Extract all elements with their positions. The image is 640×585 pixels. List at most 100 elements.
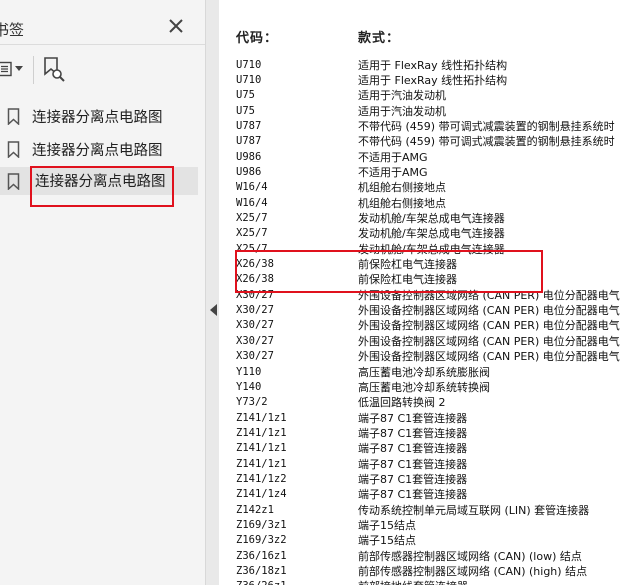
- row-description: 前部传感器控制器区域网络 (CAN) (high) 结点: [358, 565, 588, 579]
- table-row: Z36/16z1 前部传感器控制器区域网络 (CAN) (low) 结点: [219, 549, 640, 565]
- document-page: 代码： 款式： U710 适用于 FlexRay 线性拓扑结构 U710 适用于 Fl…: [219, 0, 640, 585]
- selected-bookmark-highlight-box: [30, 166, 174, 207]
- row-description: 外围设备控制器区域网络 (CAN PER) 电位分配器电气: [358, 304, 620, 318]
- row-code: W16/4: [236, 181, 268, 194]
- table-row: U710 适用于 FlexRay 线性拓扑结构: [219, 73, 640, 89]
- row-code: U710: [236, 73, 262, 86]
- row-description: 外围设备控制器区域网络 (CAN PER) 电位分配器电气: [358, 334, 620, 348]
- row-description: 不带代码 (459) 带可调式减震装置的钢制悬挂系统时: [358, 119, 615, 133]
- row-description: 端子87 C1套管连接器: [358, 488, 468, 502]
- row-description: 适用于汽油发动机: [358, 104, 446, 118]
- table-row: Y140 高压蓄电池冷却系统转换阀: [219, 380, 640, 396]
- row-code: U787: [236, 135, 262, 148]
- row-description: 机组舱右侧接地点: [358, 181, 446, 195]
- bookmark-label: 连接器分离点电路图: [32, 143, 163, 159]
- row-code: Z169/3z1: [236, 519, 287, 531]
- row-description: 端子87 C1套管连接器: [358, 442, 468, 456]
- row-description: 端子15结点: [358, 519, 416, 532]
- row-code: Z169/3z2: [236, 534, 287, 547]
- collapse-arrow-icon[interactable]: [210, 304, 218, 316]
- table-row: X30/27 外围设备控制器区域网络 (CAN PER) 电位分配器电气: [219, 318, 640, 334]
- table-row: Z141/1z1 端子87 C1套管连接器: [219, 411, 640, 427]
- row-code: U986: [236, 150, 262, 163]
- table-row: Z141/1z2 端子87 C1套管连接器: [219, 472, 640, 488]
- table-row: U75 适用于汽油发动机: [219, 88, 640, 104]
- panel-splitter[interactable]: [205, 0, 219, 585]
- row-description: 高压蓄电池冷却系统转换阀: [358, 380, 490, 394]
- model-column-header: 款式：: [358, 31, 401, 46]
- row-description: 外围设备控制器区域网络 (CAN PER) 电位分配器电气: [358, 350, 620, 364]
- row-description: 端子87 C1套管连接器: [358, 411, 468, 425]
- row-description: 端子87 C1套管连接器: [358, 426, 468, 440]
- row-code: Z36/26z1: [236, 579, 287, 585]
- table-row: Z36/18z1 前部传感器控制器区域网络 (CAN) (high) 结点: [219, 564, 640, 580]
- table-row: X30/27 外围设备控制器区域网络 (CAN PER) 电位分配器电气: [219, 349, 640, 365]
- table-row: X30/27 外围设备控制器区域网络 (CAN PER) 电位分配器电气: [219, 334, 640, 350]
- table-row: Z141/1z1 端子87 C1套管连接器: [219, 426, 640, 442]
- options-menu-icon[interactable]: [0, 61, 12, 77]
- table-row: Z141/1z1 端子87 C1套管连接器: [219, 457, 640, 473]
- row-code: X30/27: [236, 304, 274, 317]
- row-description: 高压蓄电池冷却系统膨胀阀: [358, 365, 490, 379]
- row-code: Y140: [236, 380, 262, 393]
- row-description: 外围设备控制器区域网络 (CAN PER) 电位分配器电气: [358, 319, 620, 333]
- row-code: X25/7: [236, 212, 268, 224]
- row-description: 发动机舱/车架总成电气连接器: [358, 212, 505, 225]
- table-row: Z36/26z1 前部接地线套管连接器: [219, 579, 640, 585]
- table-row: W16/4 机组舱右侧接地点: [219, 196, 640, 212]
- table-row: U986 不适用于AMG: [219, 150, 640, 166]
- row-code: Z142z1: [236, 503, 274, 516]
- table-row: X30/27 外围设备控制器区域网络 (CAN PER) 电位分配器电气: [219, 303, 640, 319]
- row-code: X30/27: [236, 350, 274, 363]
- table-row: U75 适用于汽油发动机: [219, 104, 640, 120]
- table-row: Z169/3z1 端子15结点: [219, 518, 640, 534]
- table-row: Y110 高压蓄电池冷却系统膨胀阀: [219, 365, 640, 381]
- row-code: Y73/2: [236, 396, 268, 409]
- row-code: X30/27: [236, 334, 274, 347]
- bookmark-icon: [7, 173, 20, 190]
- row-code: Z141/1z1: [236, 411, 287, 424]
- table-row: X25/7 发动机舱/车架总成电气连接器: [219, 226, 640, 242]
- row-description: 适用于 FlexRay 线性拓扑结构: [358, 73, 508, 87]
- row-code: Y110: [236, 365, 262, 378]
- bookmark-icon: [7, 141, 20, 158]
- bookmark-item[interactable]: 连接器分离点电路图: [0, 102, 198, 130]
- table-row: X25/7 发动机舱/车架总成电气连接器: [219, 211, 640, 227]
- row-code: U75: [236, 89, 255, 102]
- bookmark-item[interactable]: 连接器分离点电路图: [0, 135, 198, 163]
- row-code: U710: [236, 58, 262, 71]
- bookmarks-panel: 书签 连接器分离点电路图 连接器分离点电路图 连接器分离点电路图: [0, 0, 205, 585]
- highlight-box: [235, 250, 543, 293]
- row-description: 机组舱右侧接地点: [358, 196, 446, 210]
- row-code: Z141/1z1: [236, 426, 287, 439]
- row-description: 不适用于AMG: [358, 150, 428, 164]
- table-row: U787 不带代码 (459) 带可调式减震装置的钢制悬挂系统时: [219, 134, 640, 150]
- row-code: U986: [236, 165, 262, 178]
- row-description: 传动系统控制单元局域互联网 (LIN) 套管连接器: [358, 503, 590, 517]
- toolbar-separator: [33, 56, 34, 84]
- row-code: Z141/1z1: [236, 457, 287, 470]
- row-description: 端子87 C1套管连接器: [358, 457, 468, 471]
- code-column-header: 代码：: [236, 31, 279, 46]
- table-row: U986 不适用于AMG: [219, 165, 640, 181]
- find-bookmark-icon[interactable]: [43, 57, 65, 83]
- row-code: W16/4: [236, 196, 268, 209]
- row-description: 端子15结点: [358, 534, 416, 548]
- table-row: W16/4 机组舱右侧接地点: [219, 180, 640, 196]
- table-row: Z141/1z4 端子87 C1套管连接器: [219, 487, 640, 503]
- close-icon[interactable]: [166, 16, 186, 36]
- row-code: U787: [236, 119, 262, 132]
- row-code: U75: [236, 104, 255, 117]
- row-code: Z141/1z4: [236, 488, 287, 501]
- table-row: Z169/3z2 端子15结点: [219, 533, 640, 549]
- row-description: 前部传感器控制器区域网络 (CAN) (low) 结点: [358, 549, 582, 563]
- row-description: 发动机舱/车架总成电气连接器: [358, 227, 505, 241]
- panel-title: 书签: [0, 21, 25, 39]
- row-code: X25/7: [236, 227, 268, 240]
- table-row: Z141/1z1 端子87 C1套管连接器: [219, 441, 640, 457]
- row-description: 前部接地线套管连接器: [358, 579, 468, 585]
- chevron-down-icon[interactable]: [15, 66, 23, 72]
- row-description: 适用于汽油发动机: [358, 89, 446, 103]
- row-description: 不适用于AMG: [358, 165, 428, 179]
- bookmark-label: 连接器分离点电路图: [32, 110, 163, 126]
